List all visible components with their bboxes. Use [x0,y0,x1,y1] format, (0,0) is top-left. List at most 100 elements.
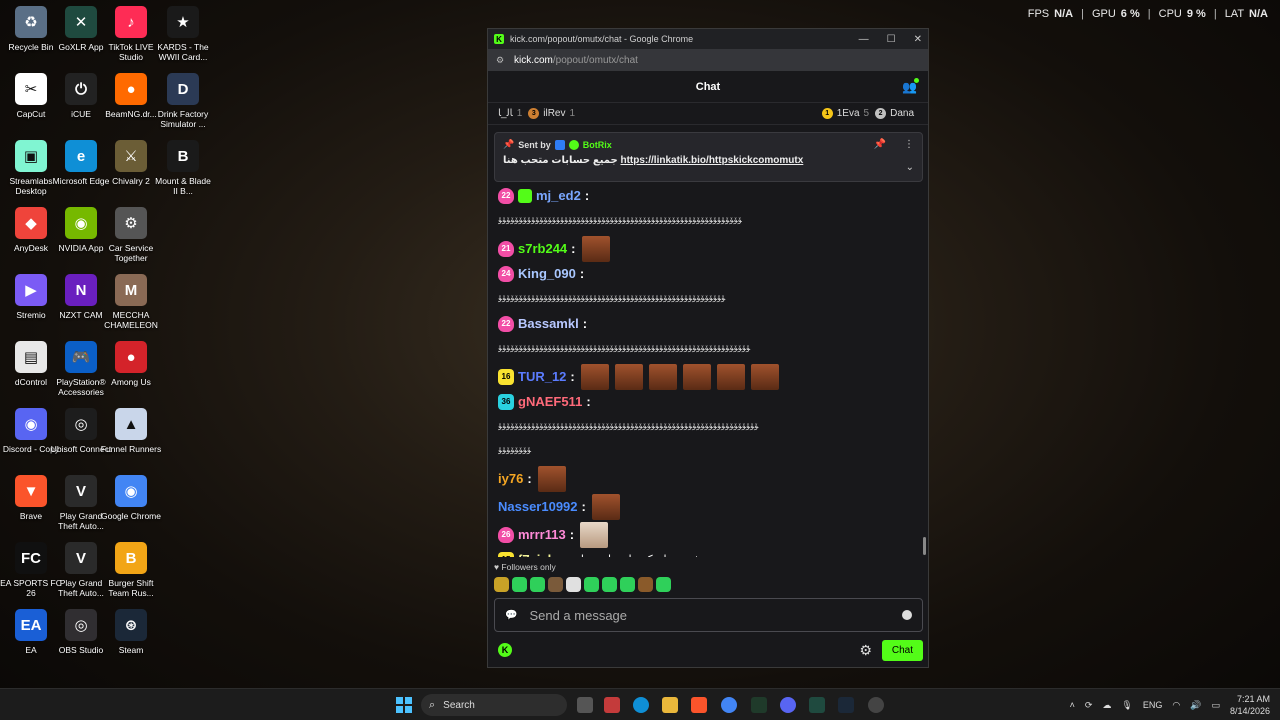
goxlr-taskbar-icon[interactable] [809,697,825,713]
file-explorer-icon[interactable] [662,697,678,713]
quick-emote-icon[interactable] [656,577,671,592]
task-view-icon[interactable] [577,697,593,713]
chat-username[interactable]: mj_ed2 [536,187,581,205]
tray-app-icon[interactable]: ⟳ [1085,700,1093,711]
desktop-icon[interactable]: M MECCHA CHAMELEON [100,274,162,330]
brave-taskbar-icon[interactable] [691,697,707,713]
users-icon[interactable]: 👥 [902,78,919,94]
chrome-taskbar-icon[interactable] [721,697,737,713]
chat-settings-icon[interactable]: ⚙ [859,642,872,659]
message-input[interactable] [529,607,902,623]
chat-messages[interactable]: 22 mj_ed2: ﯚﯚﯚﯚﯚﯚﯚﯚﯚﯚﯚﯚﯚﯚﯚﯚﯚﯚﯚﯚﯚﯚﯚﯚﯚﯚﯚﯚﯚﯚﯚ… [488,185,928,557]
desktop-icon[interactable]: B Burger Shift Team Rus... [100,542,162,598]
chat-username[interactable]: TUR_12 [518,368,566,386]
quick-emote-icon[interactable] [620,577,635,592]
quick-emote-icon[interactable] [584,577,599,592]
app-icon-1[interactable] [604,697,620,713]
more-options-icon[interactable]: ⋮ [904,139,914,150]
clock[interactable]: 7:21 AM 8/14/2026 [1230,693,1270,717]
wifi-icon[interactable]: ◠ [1172,700,1180,711]
taskbar-search[interactable]: ⌕ Search [421,694,567,716]
emote-image[interactable] [648,364,677,390]
send-chat-button[interactable]: Chat [881,639,923,661]
unpin-icon[interactable]: 📌 [874,139,886,150]
address-bar[interactable]: ⚙ kick.com/popout/omutx/chat [488,49,928,71]
chat-scrollbar[interactable] [923,537,926,555]
network-icon[interactable]: ☁ [1102,700,1111,711]
quick-emote-icon[interactable] [566,577,581,592]
subscriber-badge-icon[interactable]: 26 [498,527,514,543]
pinned-bot-name[interactable]: BotRix [583,140,612,150]
pinned-link[interactable]: https://linkatik.bio/httpskickcomomutx [620,155,803,166]
performance-overlay: FPS N/A | GPU 6 % | CPU 9 % | LAT N/A [1027,8,1268,20]
obs-taskbar-icon[interactable] [868,697,884,713]
emote-image[interactable] [682,364,711,390]
maximize-button[interactable]: ☐ [887,34,896,45]
gifter-badge-icon[interactable] [518,189,532,203]
gifter-entry[interactable]: 1 1Eva 5 [821,108,869,119]
site-settings-icon[interactable]: ⚙ [496,55,506,66]
gifter-entry[interactable]: 2 Dana [875,108,918,119]
emote-image[interactable] [580,364,609,390]
window-titlebar[interactable]: K kick.com/popout/omutx/chat - Google Ch… [488,29,928,49]
desktop-icon[interactable]: B Mount & Blade II B... [152,140,214,196]
close-button[interactable]: ✕ [914,34,922,45]
desktop-icon[interactable]: ● Among Us [100,341,162,387]
desktop-icon[interactable]: ▲ Funnel Runners [100,408,162,454]
steam-taskbar-icon[interactable] [838,697,854,713]
chat-username[interactable]: Nasser10992 [498,498,578,516]
app-icon-2[interactable] [751,697,767,713]
emote-image[interactable] [750,364,779,390]
desktop-icon-label: NZXT CAM [59,310,103,320]
subscriber-badge-icon[interactable]: 15 [498,552,514,557]
chat-username[interactable]: gNAEF511 [518,393,582,411]
minimize-button[interactable]: — [859,34,869,45]
desktop-icon[interactable]: D Drink Factory Simulator ... [152,73,214,129]
chat-username[interactable]: iy76 [498,470,523,488]
emote-image[interactable] [581,236,610,262]
desktop-icon[interactable]: ★ KARDS - The WWII Card... [152,6,214,62]
quick-emote-icon[interactable] [638,577,653,592]
subscriber-badge-icon[interactable]: 21 [498,241,514,257]
discord-taskbar-icon[interactable] [780,697,796,713]
desktop-icon[interactable]: ⚙ Car Service Together [100,207,162,263]
chat-username[interactable]: King_090 [518,265,576,283]
language-indicator[interactable]: ENG [1143,700,1163,710]
battery-icon[interactable]: ▭ [1211,700,1220,711]
message-input-box[interactable]: 💬 [494,598,923,632]
desktop-icon[interactable]: ⊛ Steam [100,609,162,655]
chat-username[interactable]: Bassamkl [518,315,579,333]
kick-logo-icon[interactable]: K [498,643,512,657]
emote-image[interactable] [716,364,745,390]
quick-emote-icon[interactable] [494,577,509,592]
gifter-entry[interactable]: 3 ilRev 1 [528,108,575,119]
subscriber-badge-icon[interactable]: 22 [498,188,514,204]
volume-icon[interactable]: 🔊 [1190,700,1201,711]
quick-emote-row[interactable] [494,577,671,592]
gifter-entry[interactable]: ﺎﻟ_ﺎ 1 [498,108,522,119]
chevron-up-icon[interactable]: ˄ [1070,700,1075,710]
chat-username[interactable]: s7rb244 [518,240,567,258]
start-button[interactable] [396,697,412,713]
chat-message: iy76: [498,465,920,493]
subscriber-badge-icon[interactable]: 16 [498,369,514,385]
fps-value: N/A [1054,8,1074,20]
subscriber-badge-icon[interactable]: 24 [498,266,514,282]
edge-taskbar-icon[interactable] [633,697,649,713]
emoji-picker-icon[interactable] [902,610,912,620]
emote-image[interactable] [591,494,620,520]
chevron-down-icon[interactable]: ⌄ [906,162,914,173]
quick-emote-icon[interactable] [548,577,563,592]
microphone-icon[interactable]: 🎙 [1121,700,1132,711]
emote-image[interactable] [580,522,609,548]
desktop-icon[interactable]: ◉ Google Chrome [100,475,162,521]
quick-emote-icon[interactable] [602,577,617,592]
subscriber-badge-icon[interactable]: 22 [498,316,514,332]
quick-emote-icon[interactable] [512,577,527,592]
chat-username[interactable]: f7aisl [518,551,551,557]
subscriber-badge-icon[interactable]: 36 [498,394,514,410]
emote-image[interactable] [537,466,566,492]
quick-emote-icon[interactable] [530,577,545,592]
emote-image[interactable] [614,364,643,390]
chat-username[interactable]: mrrr113 [518,526,566,544]
